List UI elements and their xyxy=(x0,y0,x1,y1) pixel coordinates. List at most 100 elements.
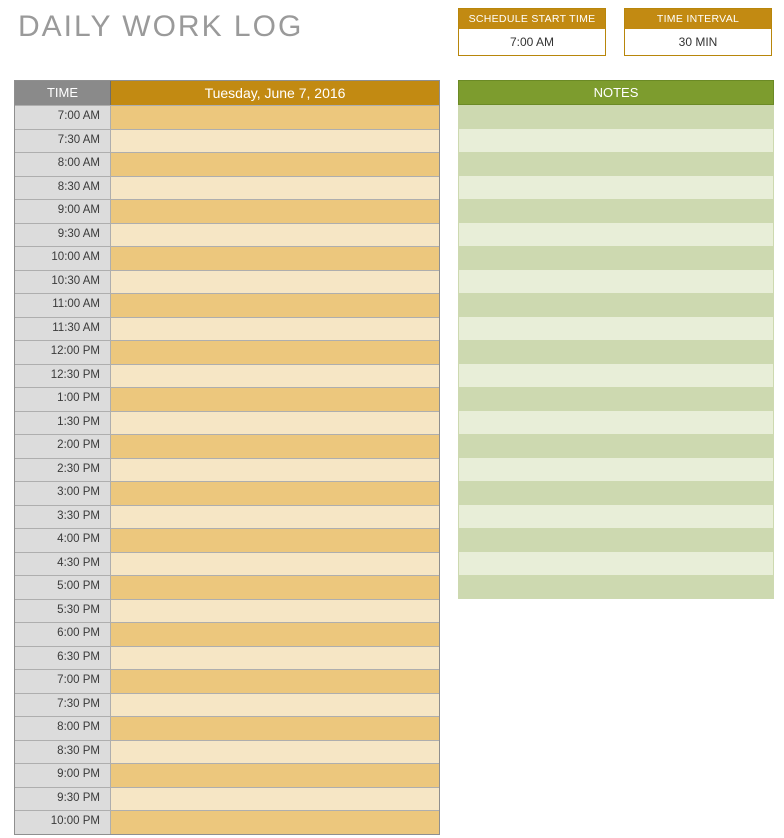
time-cell: 5:00 PM xyxy=(15,576,111,599)
entry-cell[interactable] xyxy=(111,741,439,764)
notes-panel: NOTES xyxy=(458,80,774,835)
notes-row[interactable] xyxy=(459,364,773,388)
notes-row[interactable] xyxy=(459,434,773,458)
entry-cell[interactable] xyxy=(111,600,439,623)
schedule-row: 11:30 AM xyxy=(15,317,439,341)
schedule-row: 2:30 PM xyxy=(15,458,439,482)
schedule-row: 7:30 AM xyxy=(15,129,439,153)
notes-row[interactable] xyxy=(459,199,773,223)
time-cell: 2:30 PM xyxy=(15,459,111,482)
entry-cell[interactable] xyxy=(111,717,439,740)
notes-header: NOTES xyxy=(458,80,774,105)
notes-row[interactable] xyxy=(459,105,773,129)
entry-cell[interactable] xyxy=(111,177,439,200)
schedule-row: 8:30 AM xyxy=(15,176,439,200)
entry-cell[interactable] xyxy=(111,623,439,646)
time-cell: 8:00 PM xyxy=(15,717,111,740)
notes-row[interactable] xyxy=(459,152,773,176)
schedule-row: 8:00 AM xyxy=(15,152,439,176)
time-cell: 8:30 PM xyxy=(15,741,111,764)
notes-row[interactable] xyxy=(459,505,773,529)
time-cell: 7:30 PM xyxy=(15,694,111,717)
notes-row[interactable] xyxy=(459,176,773,200)
entry-cell[interactable] xyxy=(111,788,439,811)
schedule-row: 1:00 PM xyxy=(15,387,439,411)
time-cell: 10:00 AM xyxy=(15,247,111,270)
entry-cell[interactable] xyxy=(111,482,439,505)
entry-cell[interactable] xyxy=(111,271,439,294)
time-cell: 5:30 PM xyxy=(15,600,111,623)
schedule-row: 6:00 PM xyxy=(15,622,439,646)
schedule-row: 3:30 PM xyxy=(15,505,439,529)
control-boxes: SCHEDULE START TIME 7:00 AM TIME INTERVA… xyxy=(458,8,772,56)
time-cell: 3:00 PM xyxy=(15,482,111,505)
entry-cell[interactable] xyxy=(111,529,439,552)
time-cell: 9:30 PM xyxy=(15,788,111,811)
notes-row[interactable] xyxy=(459,575,773,599)
notes-row[interactable] xyxy=(459,528,773,552)
notes-row[interactable] xyxy=(459,270,773,294)
entry-cell[interactable] xyxy=(111,341,439,364)
entry-cell[interactable] xyxy=(111,435,439,458)
entry-cell[interactable] xyxy=(111,506,439,529)
entry-cell[interactable] xyxy=(111,294,439,317)
schedule-row: 3:00 PM xyxy=(15,481,439,505)
time-cell: 7:00 PM xyxy=(15,670,111,693)
entry-cell[interactable] xyxy=(111,694,439,717)
notes-row[interactable] xyxy=(459,129,773,153)
entry-cell[interactable] xyxy=(111,153,439,176)
time-cell: 7:30 AM xyxy=(15,130,111,153)
schedule-row: 1:30 PM xyxy=(15,411,439,435)
entry-cell[interactable] xyxy=(111,388,439,411)
start-time-value[interactable]: 7:00 AM xyxy=(459,29,605,55)
notes-row[interactable] xyxy=(459,246,773,270)
notes-row[interactable] xyxy=(459,411,773,435)
schedule-row: 9:30 AM xyxy=(15,223,439,247)
schedule-row: 4:30 PM xyxy=(15,552,439,576)
entry-cell[interactable] xyxy=(111,811,439,834)
time-cell: 11:30 AM xyxy=(15,318,111,341)
schedule-row: 2:00 PM xyxy=(15,434,439,458)
time-cell: 4:30 PM xyxy=(15,553,111,576)
time-cell: 1:00 PM xyxy=(15,388,111,411)
schedule-row: 6:30 PM xyxy=(15,646,439,670)
notes-row[interactable] xyxy=(459,340,773,364)
entry-cell[interactable] xyxy=(111,224,439,247)
notes-row[interactable] xyxy=(459,293,773,317)
entry-cell[interactable] xyxy=(111,576,439,599)
time-cell: 12:00 PM xyxy=(15,341,111,364)
time-cell: 1:30 PM xyxy=(15,412,111,435)
entry-cell[interactable] xyxy=(111,647,439,670)
entry-cell[interactable] xyxy=(111,318,439,341)
notes-row[interactable] xyxy=(459,481,773,505)
entry-cell[interactable] xyxy=(111,365,439,388)
notes-row[interactable] xyxy=(459,317,773,341)
notes-row[interactable] xyxy=(459,223,773,247)
start-time-label: SCHEDULE START TIME xyxy=(459,9,605,29)
schedule-row: 9:00 AM xyxy=(15,199,439,223)
schedule-row: 11:00 AM xyxy=(15,293,439,317)
entry-cell[interactable] xyxy=(111,247,439,270)
time-cell: 7:00 AM xyxy=(15,106,111,129)
notes-row[interactable] xyxy=(459,552,773,576)
time-cell: 10:00 PM xyxy=(15,811,111,834)
notes-row[interactable] xyxy=(459,458,773,482)
interval-value[interactable]: 30 MIN xyxy=(625,29,771,55)
entry-cell[interactable] xyxy=(111,459,439,482)
schedule-row: 7:00 AM xyxy=(15,105,439,129)
date-column-header: Tuesday, June 7, 2016 xyxy=(111,81,439,105)
schedule-row: 4:00 PM xyxy=(15,528,439,552)
entry-cell[interactable] xyxy=(111,130,439,153)
notes-row[interactable] xyxy=(459,387,773,411)
schedule-row: 8:30 PM xyxy=(15,740,439,764)
schedule-row: 10:00 AM xyxy=(15,246,439,270)
entry-cell[interactable] xyxy=(111,670,439,693)
time-cell: 9:00 AM xyxy=(15,200,111,223)
time-cell: 4:00 PM xyxy=(15,529,111,552)
entry-cell[interactable] xyxy=(111,764,439,787)
entry-cell[interactable] xyxy=(111,412,439,435)
entry-cell[interactable] xyxy=(111,106,439,129)
entry-cell[interactable] xyxy=(111,200,439,223)
schedule-row: 12:30 PM xyxy=(15,364,439,388)
entry-cell[interactable] xyxy=(111,553,439,576)
